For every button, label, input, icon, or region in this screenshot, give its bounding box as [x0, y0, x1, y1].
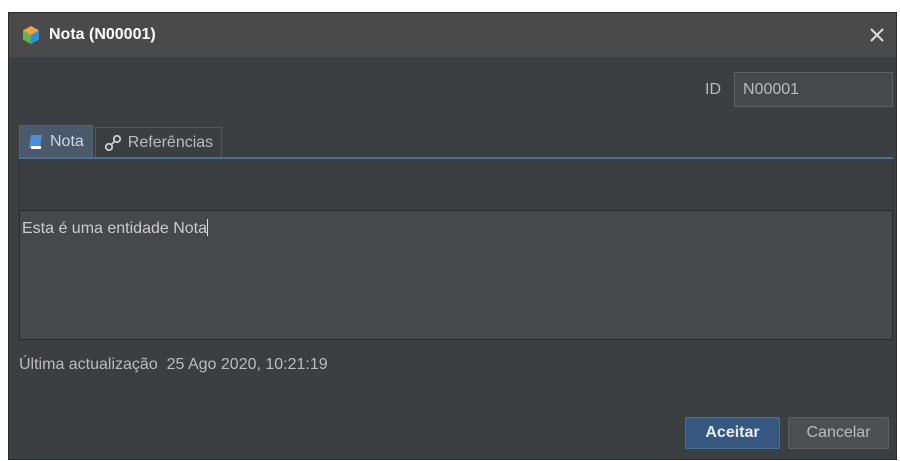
tab-bar: Nota Referências: [19, 125, 224, 157]
id-label: ID: [705, 81, 721, 98]
tab-label: Nota: [50, 132, 84, 150]
tab-nota[interactable]: Nota: [19, 125, 93, 157]
window-title: Nota (N00001): [49, 26, 156, 43]
note-icon: [28, 134, 44, 150]
editor-toolbar: [19, 159, 893, 209]
text-caret: [207, 219, 209, 236]
note-text: Esta é uma entidade Nota: [22, 220, 208, 237]
app-gem-icon: [21, 25, 41, 45]
last-update-label: Última actualização: [19, 356, 158, 373]
id-field[interactable]: N00001: [734, 72, 893, 107]
close-button[interactable]: [864, 22, 890, 48]
note-text-area[interactable]: Esta é uma entidade Nota: [19, 210, 893, 340]
title-bar[interactable]: Nota (N00001): [9, 13, 896, 57]
close-icon: [870, 28, 884, 42]
link-icon: [104, 134, 122, 152]
tab-label: Referências: [127, 133, 214, 151]
last-update: Última actualização 25 Ago 2020, 10:21:1…: [19, 356, 328, 374]
last-update-value: 25 Ago 2020, 10:21:19: [166, 356, 328, 373]
accept-button[interactable]: Aceitar: [685, 417, 780, 449]
tab-referencias[interactable]: Referências: [94, 127, 223, 157]
cancel-button[interactable]: Cancelar: [788, 417, 889, 449]
dialog-window: Nota (N00001) ID N00001 Nota Referências…: [8, 12, 897, 460]
